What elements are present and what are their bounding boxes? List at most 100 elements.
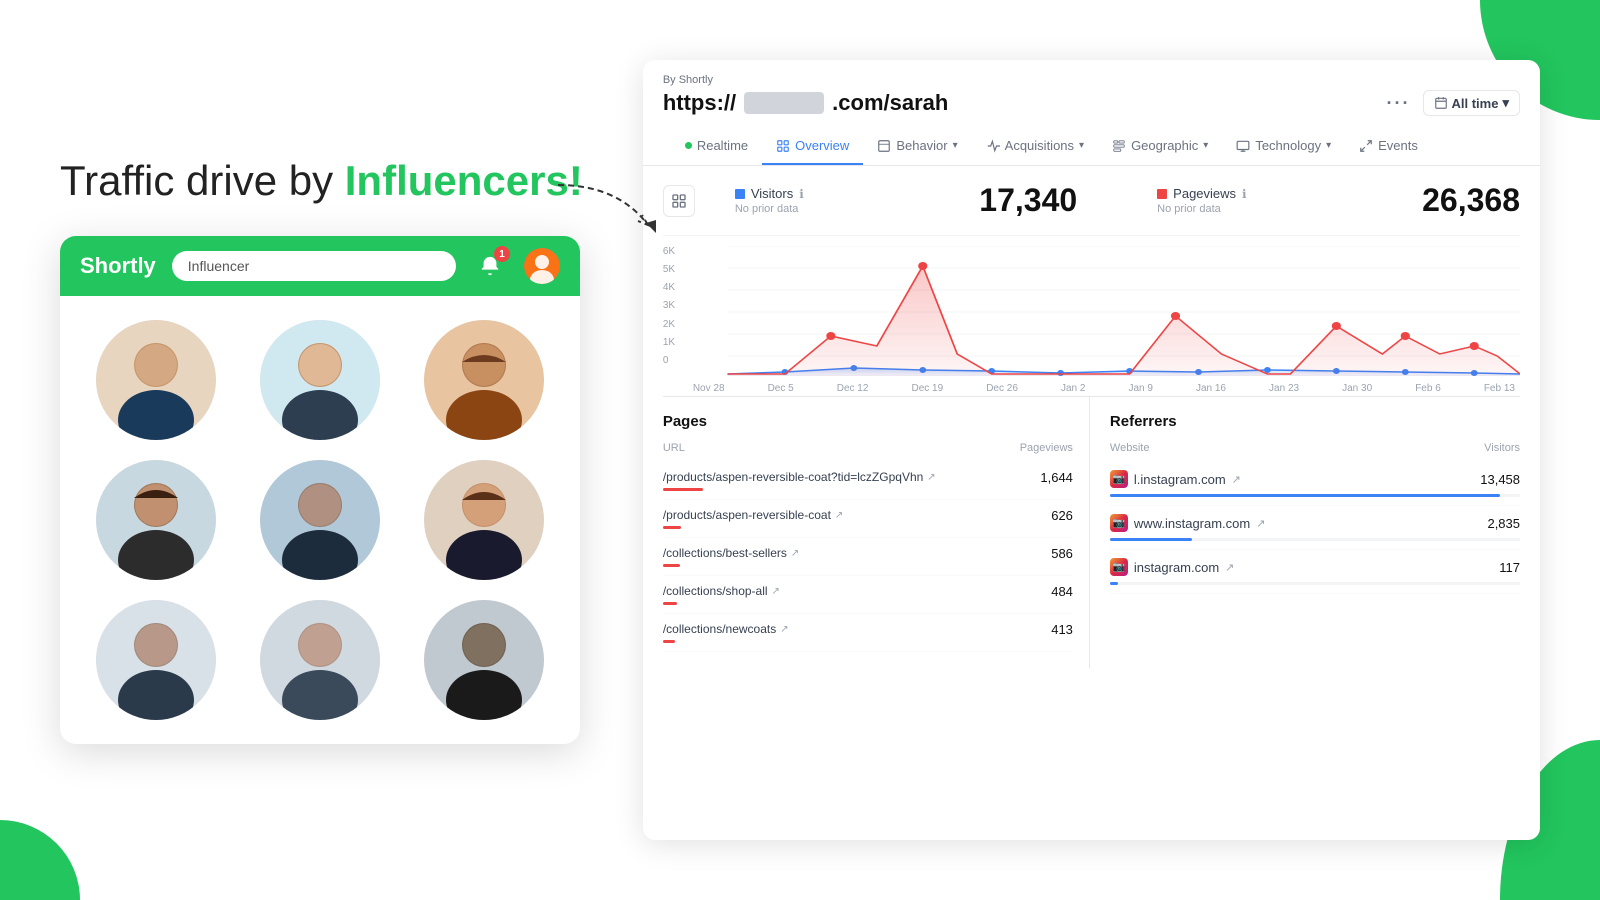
pageviews-info-icon: ℹ — [1242, 187, 1247, 201]
influencer-avatar-1[interactable] — [96, 320, 216, 440]
technology-chevron: ▾ — [1326, 140, 1331, 151]
visitors-metric: Visitors ℹ No prior data — [735, 186, 804, 215]
analytics-body: Visitors ℹ No prior data 17,340 Pageview… — [643, 166, 1540, 840]
analytics-header: By Shortly https:// .com/sarah ··· All ti… — [643, 60, 1540, 166]
table-row: /products/aspen-reversible-coat?tid=lczZ… — [663, 462, 1073, 500]
geographic-icon — [1112, 139, 1126, 153]
table-row: /products/aspen-reversible-coat ↗ 626 — [663, 500, 1073, 538]
notification-button[interactable]: 1 — [472, 248, 508, 284]
analytics-chart: 6K5K4K3K2K1K0 — [663, 236, 1520, 396]
referrers-title: Referrers — [1110, 413, 1520, 430]
chart-icon — [776, 139, 790, 153]
pages-title: Pages — [663, 413, 1073, 430]
realtime-dot — [685, 142, 692, 149]
instagram-icon-2: 📷 — [1110, 514, 1128, 532]
tab-realtime[interactable]: Realtime — [671, 128, 762, 165]
pageviews-value: 26,368 — [1422, 182, 1520, 219]
visitors-sub: No prior data — [735, 203, 804, 215]
influencer-avatar-4[interactable] — [96, 460, 216, 580]
chevron-down-icon: ▾ — [1502, 95, 1509, 111]
pageviews-sub: No prior data — [1157, 203, 1246, 215]
arrow-decoration — [548, 175, 678, 265]
pages-col-url: URL — [663, 442, 685, 454]
influencer-avatar-8[interactable] — [260, 600, 380, 720]
tab-acquisitions[interactable]: Acquisitions ▾ — [972, 128, 1098, 165]
app-header: Shortly 1 — [60, 236, 580, 296]
referrer-row-1: 📷 l.instagram.com ↗ 13,458 — [1110, 462, 1520, 506]
pages-header: URL Pageviews — [663, 442, 1073, 454]
url-bar-1 — [663, 488, 703, 491]
page-url-5: /collections/newcoats ↗ — [663, 622, 1051, 636]
ref-bar-3 — [1110, 582, 1520, 585]
main-headline: Traffic drive by Influencers! — [60, 156, 583, 206]
page-url-1: /products/aspen-reversible-coat?tid=lczZ… — [663, 470, 1041, 484]
analytics-nav-tabs: Realtime Overview Behavior ▾ Acquisition… — [663, 128, 1520, 165]
tab-technology[interactable]: Technology ▾ — [1222, 128, 1345, 165]
instagram-icon-3: 📷 — [1110, 558, 1128, 576]
url-bar-5 — [663, 640, 675, 643]
page-views-4: 484 — [1051, 584, 1073, 599]
influencer-avatar-5[interactable] — [260, 460, 380, 580]
referrers-col-website: Website — [1110, 442, 1150, 454]
pageviews-metric: Pageviews ℹ No prior data — [1157, 186, 1246, 215]
tab-events[interactable]: Events — [1345, 128, 1432, 165]
time-filter-button[interactable]: All time ▾ — [1423, 90, 1521, 116]
table-row: /collections/newcoats ↗ 413 — [663, 614, 1073, 652]
table-row: /collections/best-sellers ↗ 586 — [663, 538, 1073, 576]
pageviews-label: Pageviews — [1173, 186, 1236, 201]
referrers-col-visitors: Visitors — [1484, 442, 1520, 454]
visitors-value: 17,340 — [979, 182, 1077, 219]
analytics-url-bar: https:// .com/sarah ··· All time ▾ — [663, 90, 1520, 116]
url-suffix: .com/sarah — [832, 90, 948, 116]
page-url-4: /collections/shop-all ↗ — [663, 584, 1051, 598]
acquisitions-icon — [986, 139, 1000, 153]
acquisitions-chevron: ▾ — [1079, 140, 1084, 151]
url-bar-3 — [663, 564, 680, 567]
page-url-3: /collections/best-sellers ↗ — [663, 546, 1051, 560]
visitors-dot — [735, 189, 745, 199]
pages-panel: Pages URL Pageviews /products/aspen-reve… — [663, 397, 1090, 668]
tab-overview[interactable]: Overview — [762, 128, 863, 165]
page-views-2: 626 — [1051, 508, 1073, 523]
behavior-icon — [877, 139, 891, 153]
tab-behavior[interactable]: Behavior ▾ — [863, 128, 971, 165]
influencer-grid — [60, 296, 580, 744]
calendar-icon — [1434, 96, 1448, 110]
page-url-2: /products/aspen-reversible-coat ↗ — [663, 508, 1051, 522]
page-views-5: 413 — [1051, 622, 1073, 637]
influencer-avatar-3[interactable] — [424, 320, 544, 440]
metrics-row: Visitors ℹ No prior data 17,340 Pageview… — [663, 166, 1520, 236]
chart-svg — [663, 246, 1520, 376]
referrers-header: Website Visitors — [1110, 442, 1520, 454]
pageviews-dot — [1157, 189, 1167, 199]
referrer-row-2: 📷 www.instagram.com ↗ 2,835 — [1110, 506, 1520, 550]
tab-geographic[interactable]: Geographic ▾ — [1098, 128, 1222, 165]
url-prefix: https:// — [663, 90, 736, 116]
influencer-avatar-9[interactable] — [424, 600, 544, 720]
ref-bar-2 — [1110, 538, 1520, 541]
referrer-row-3: 📷 instagram.com ↗ 117 — [1110, 550, 1520, 594]
search-input[interactable] — [172, 251, 456, 281]
influencer-avatar-7[interactable] — [96, 600, 216, 720]
more-options-button[interactable]: ··· — [1387, 93, 1411, 114]
geographic-chevron: ▾ — [1203, 140, 1208, 151]
shortly-app-panel: Shortly 1 — [60, 236, 580, 744]
influencer-avatar-6[interactable] — [424, 460, 544, 580]
instagram-icon-1: 📷 — [1110, 470, 1128, 488]
events-icon — [1359, 139, 1373, 153]
technology-icon — [1236, 139, 1250, 153]
notification-badge: 1 — [494, 246, 510, 262]
url-bar-4 — [663, 602, 677, 605]
visitors-info-icon: ℹ — [799, 187, 804, 201]
url-blurred — [744, 92, 824, 114]
page-views-1: 1,644 — [1040, 470, 1073, 485]
app-logo: Shortly — [80, 253, 156, 279]
influencer-avatar-2[interactable] — [260, 320, 380, 440]
chart-x-labels: Nov 28Dec 5Dec 12Dec 19Dec 26Jan 2Jan 9J… — [663, 383, 1520, 394]
behavior-chevron: ▾ — [953, 140, 958, 151]
analytics-panel: By Shortly https:// .com/sarah ··· All ti… — [643, 60, 1540, 840]
table-row: /collections/shop-all ↗ 484 — [663, 576, 1073, 614]
bottom-panels: Pages URL Pageviews /products/aspen-reve… — [663, 396, 1520, 668]
analytics-source: By Shortly — [663, 74, 1520, 86]
pages-col-views: Pageviews — [1020, 442, 1073, 454]
